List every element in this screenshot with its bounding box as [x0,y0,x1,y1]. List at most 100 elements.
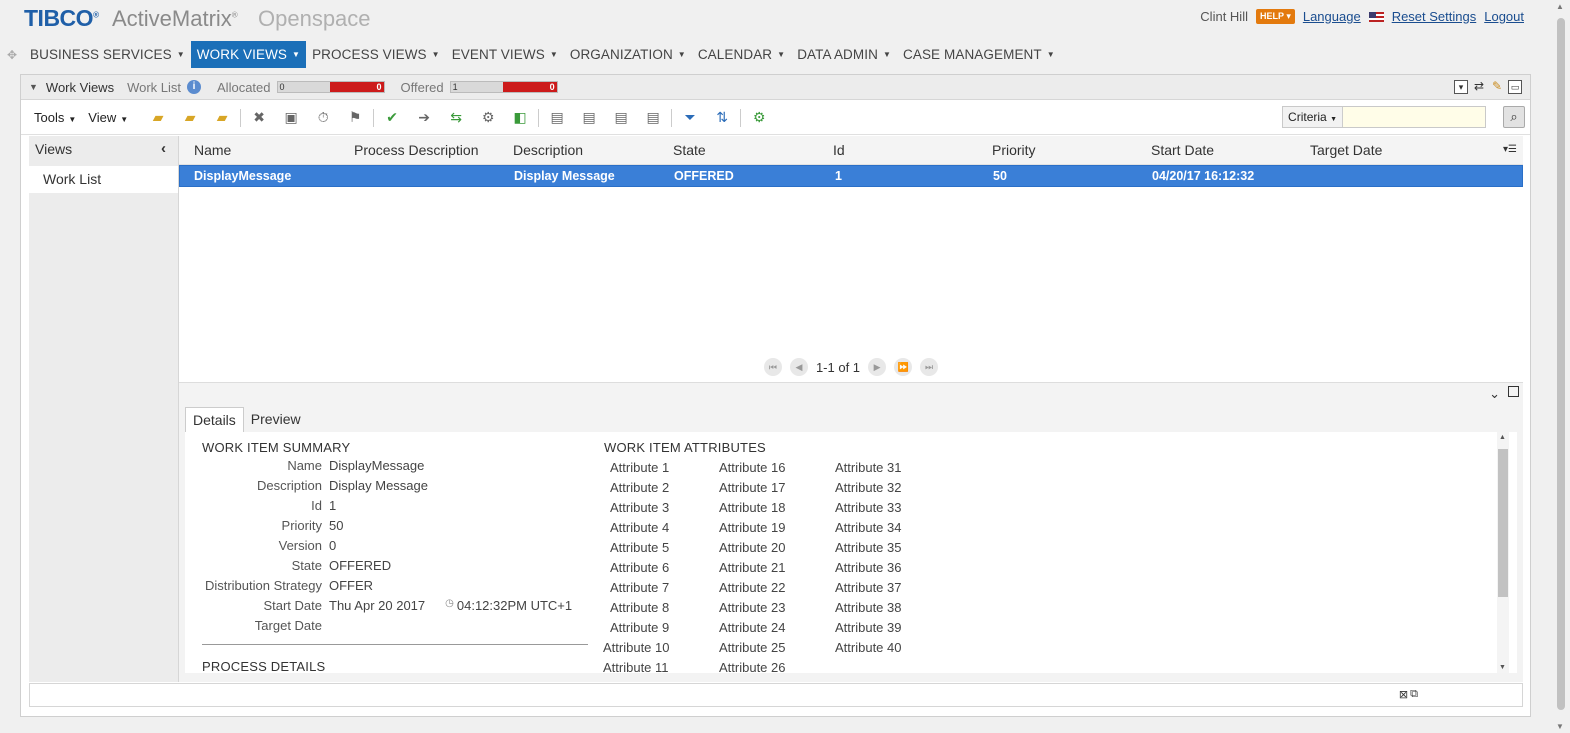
scroll-thumb[interactable] [1557,18,1565,710]
work-list-grid: Name Process Description Description Sta… [179,136,1523,382]
details-body: WORK ITEM SUMMARY Name DisplayMessage Des… [185,432,1517,673]
cancel-item-icon[interactable]: ✖ [243,108,275,128]
col-header-id[interactable]: Id [833,136,845,164]
us-flag-icon[interactable] [1368,11,1384,22]
allocated-label: Allocated [217,79,271,95]
fast-forward-icon[interactable]: ⏩ [894,358,913,376]
dropdown-icon[interactable]: ▾ [1454,80,1468,94]
nav-event-views[interactable]: EVENT VIEWS ▼ [446,41,564,68]
sidebar-item-work-list[interactable]: Work List [29,166,178,193]
last-page-icon[interactable]: ⏭ [920,358,939,376]
tab-preview[interactable]: Preview [244,407,308,433]
view-menu[interactable]: View ▼ [88,110,128,125]
nav-data-admin[interactable]: DATA ADMIN ▼ [791,41,897,68]
scroll-up-icon[interactable]: ▲ [1499,434,1506,441]
summary-key: Name [287,458,322,473]
timer-icon[interactable]: ⏱ [307,108,339,128]
share-icon[interactable]: ◧ [504,108,536,128]
restore-window-icon[interactable]: ⧉ [1410,688,1418,701]
info-icon[interactable]: i [187,80,202,94]
nav-label: CASE MANAGEMENT [902,47,1042,62]
summary-value: Display Message [329,478,428,493]
views-sidebar: Views ‹ Work List [29,136,179,682]
col-header-name[interactable]: Name [194,136,231,164]
work-views-panel: ▼ Work Views Work List i Allocated 00 Of… [20,74,1531,717]
criteria-dropdown[interactable]: Criteria ▼ [1283,107,1343,127]
next-page-icon[interactable]: ▶ [868,358,887,376]
delete-view-icon[interactable]: ▤ [605,108,637,128]
save-view-icon[interactable]: ▤ [637,108,669,128]
collapse-triangle-icon[interactable]: ▼ [29,82,38,92]
details-scrollbar[interactable]: ▲ ▼ [1497,432,1509,673]
scroll-up-icon[interactable]: ▲ [1556,2,1564,11]
add-view-icon[interactable]: ▤ [541,108,573,128]
logout-link[interactable]: Logout [1484,9,1524,24]
scroll-down-icon[interactable]: ▼ [1499,664,1506,671]
cell-id: 1 [835,169,842,183]
tab-details[interactable]: Details [185,407,244,433]
nav-label: EVENT VIEWS [451,47,545,62]
edit-view-icon[interactable]: ▤ [573,108,605,128]
col-header-target-date[interactable]: Target Date [1310,136,1382,164]
nav-work-views[interactable]: WORK VIEWS ▼ [190,41,307,68]
forward-icon[interactable]: ➔ [408,108,440,128]
col-header-priority[interactable]: Priority [992,136,1036,164]
search-icon[interactable]: ⌕ [1503,106,1525,128]
window-scrollbar[interactable]: ▲ ▼ [1552,0,1570,733]
refresh-icon[interactable]: ⇄ [1472,80,1486,94]
scroll-thumb[interactable] [1498,449,1508,597]
summary-row-priority: Priority 50 [202,518,344,533]
col-header-process-description[interactable]: Process Description [354,136,479,164]
attribute-label: Attribute 2 [610,480,670,495]
chevron-down-icon[interactable]: ⌄ [1489,386,1500,402]
settings-icon[interactable]: ⚙ [743,108,775,128]
nav-business-services[interactable]: BUSINESS SERVICES ▼ [24,41,191,68]
nav-case-management[interactable]: CASE MANAGEMENT ▼ [897,41,1061,68]
new-folder-icon[interactable]: ▰ [174,108,206,128]
filter-icon[interactable]: ⏷ [674,108,706,128]
col-header-state[interactable]: State [673,136,706,164]
close-box-icon[interactable]: ⊠ [1399,688,1408,701]
complete-icon[interactable]: ✔ [376,108,408,128]
attribute-label: Attribute 38 [835,600,902,615]
summary-row-target-date: Target Date [202,618,329,633]
folder-action-icon[interactable]: ▰ [206,108,238,128]
col-header-description[interactable]: Description [513,136,583,164]
language-link[interactable]: Language [1303,9,1361,24]
nav-calendar[interactable]: CALENDAR ▼ [692,41,791,68]
route-icon[interactable]: ⚑ [339,108,371,128]
work-item-attributes-title: WORK ITEM ATTRIBUTES [604,440,766,455]
skip-icon[interactable]: ⚙ [472,108,504,128]
search-input[interactable] [1343,107,1485,127]
user-name: Clint Hill [1200,9,1248,24]
reset-settings-link[interactable]: Reset Settings [1392,9,1477,24]
nav-process-views[interactable]: PROCESS VIEWS ▼ [306,41,446,68]
chevron-left-icon[interactable]: ‹ [161,140,166,157]
attribute-label: Attribute 22 [719,580,786,595]
product-text: ActiveMatrix [112,6,232,31]
sort-icon[interactable]: ⇅ [706,108,738,128]
help-button[interactable]: HELP ▾ [1255,9,1295,24]
nav-organization[interactable]: ORGANIZATION ▼ [564,41,692,68]
table-row[interactable]: DisplayMessage Display Message OFFERED 1… [179,165,1523,187]
attribute-label: Attribute 35 [835,540,902,555]
edit-pencil-icon[interactable]: ✎ [1490,80,1504,94]
column-menu-icon[interactable]: ▾☰ [1503,144,1517,155]
close-item-icon[interactable]: ▣ [275,108,307,128]
allocated-count: 0 [277,82,330,92]
col-header-start-date[interactable]: Start Date [1151,136,1214,164]
caret-down-icon: ▼ [677,50,686,59]
drag-handle-icon[interactable]: ✥ [0,41,24,68]
prev-page-icon[interactable]: ◀ [789,358,808,376]
first-page-icon[interactable]: ⏮ [763,358,782,376]
attribute-label: Attribute 16 [719,460,786,475]
maximize-icon[interactable]: ▭ [1508,80,1522,94]
maximize-icon[interactable] [1508,386,1519,397]
scroll-down-icon[interactable]: ▼ [1556,722,1564,731]
reallocate-icon[interactable]: ⇆ [440,108,472,128]
allocated-bar: 00 [276,81,385,93]
summary-key: Distribution Strategy [204,578,322,593]
caret-down-icon: ▼ [431,50,440,59]
open-folder-icon[interactable]: ▰ [142,108,174,128]
tools-menu[interactable]: Tools ▼ [34,110,76,125]
